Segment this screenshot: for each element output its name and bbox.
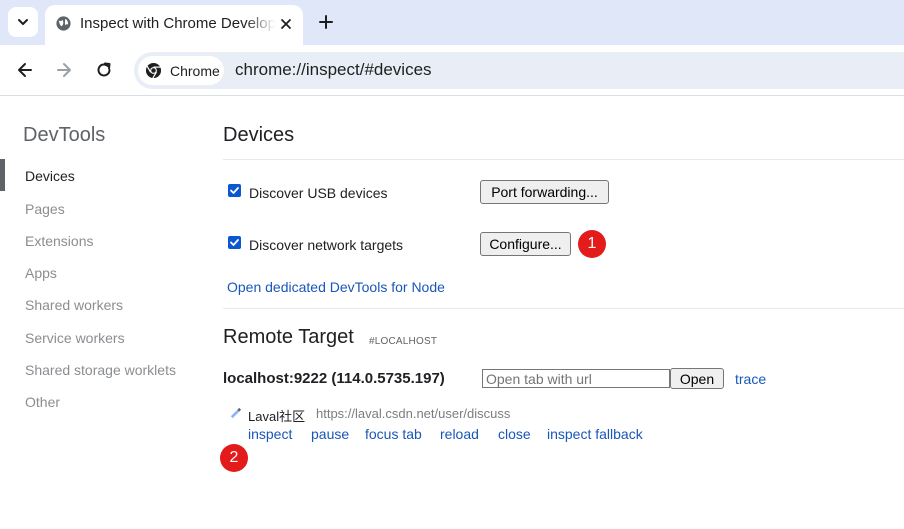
- focus-tab-link[interactable]: focus tab: [365, 426, 422, 442]
- section-divider: [223, 308, 904, 309]
- sidebar-item-shared-storage-worklets[interactable]: Shared storage worklets: [25, 362, 176, 378]
- sidebar-item-pages[interactable]: Pages: [25, 201, 65, 217]
- forward-arrow-icon: [57, 63, 71, 77]
- configure-button[interactable]: Configure...: [480, 232, 571, 256]
- url-text[interactable]: chrome://inspect/#devices: [235, 60, 432, 80]
- checkmark-icon: [230, 239, 239, 246]
- sidebar-title: DevTools: [23, 124, 106, 146]
- inspect-fallback-link[interactable]: inspect fallback: [547, 426, 643, 442]
- active-indicator: [0, 159, 5, 191]
- usb-label: Discover USB devices: [249, 185, 388, 201]
- back-arrow-icon: [18, 63, 32, 77]
- pause-link[interactable]: pause: [311, 426, 349, 442]
- annotation-badge-1: 1: [578, 230, 606, 258]
- address-bar[interactable]: Chrome chrome://inspect/#devices: [134, 52, 904, 89]
- remote-host: localhost:9222 (114.0.5735.197): [223, 370, 445, 387]
- close-icon: [281, 19, 291, 29]
- chevron-down-icon: [18, 19, 28, 25]
- active-tab[interactable]: Inspect with Chrome Developer Tools: [45, 5, 303, 45]
- sidebar-item-extensions[interactable]: Extensions: [25, 233, 93, 249]
- reload-button[interactable]: [91, 57, 117, 83]
- network-label: Discover network targets: [249, 237, 404, 253]
- target-url: https://laval.csdn.net/user/discuss: [316, 406, 511, 421]
- sidebar-item-service-workers[interactable]: Service workers: [25, 330, 125, 346]
- open-tab-url-input[interactable]: [482, 369, 670, 388]
- close-link[interactable]: close: [498, 426, 531, 442]
- open-node-devtools-link[interactable]: Open dedicated DevTools for Node: [227, 279, 445, 295]
- forward-button[interactable]: [51, 57, 77, 83]
- sidebar-item-apps[interactable]: Apps: [25, 265, 57, 281]
- reload-icon: [97, 62, 111, 77]
- annotation-badge-2: 2: [220, 444, 248, 472]
- tab-search-button[interactable]: [8, 7, 38, 37]
- page-title: Devices: [223, 124, 295, 146]
- tab-title: Inspect with Chrome Developer Tools: [80, 15, 275, 32]
- toolbar: Chrome chrome://inspect/#devices: [0, 45, 904, 96]
- plus-icon: [319, 15, 333, 29]
- chrome-logo-icon: [145, 62, 162, 79]
- usb-checkbox[interactable]: [228, 184, 241, 197]
- sidebar-item-devices[interactable]: Devices: [25, 168, 75, 184]
- main-content: Devices Discover USB devices Port forwar…: [220, 97, 904, 529]
- back-button[interactable]: [12, 57, 38, 83]
- checkmark-icon: [230, 187, 239, 194]
- tab-strip: Inspect with Chrome Developer Tools: [0, 0, 904, 45]
- new-tab-button[interactable]: [313, 9, 339, 35]
- inspect-link[interactable]: inspect: [248, 426, 292, 442]
- trace-link[interactable]: trace: [735, 371, 766, 387]
- chip-label: Chrome: [170, 63, 220, 79]
- globe-icon: [56, 16, 71, 31]
- reload-link[interactable]: reload: [440, 426, 479, 442]
- network-checkbox[interactable]: [228, 236, 241, 249]
- page-icon: [230, 407, 242, 419]
- site-info-chip[interactable]: Chrome: [138, 56, 224, 85]
- open-button[interactable]: Open: [670, 368, 724, 389]
- remote-target-title: Remote Target: [223, 326, 354, 348]
- sidebar-item-other[interactable]: Other: [25, 394, 60, 410]
- close-tab-button[interactable]: [276, 14, 296, 34]
- remote-target-subtitle: #LOCALHOST: [369, 336, 438, 347]
- port-forwarding-button[interactable]: Port forwarding...: [480, 180, 609, 204]
- title-divider: [223, 159, 904, 160]
- sidebar-item-shared-workers[interactable]: Shared workers: [25, 297, 123, 313]
- target-title: Laval社区: [248, 409, 306, 424]
- sidebar: DevTools Devices Pages Extensions Apps S…: [0, 97, 205, 529]
